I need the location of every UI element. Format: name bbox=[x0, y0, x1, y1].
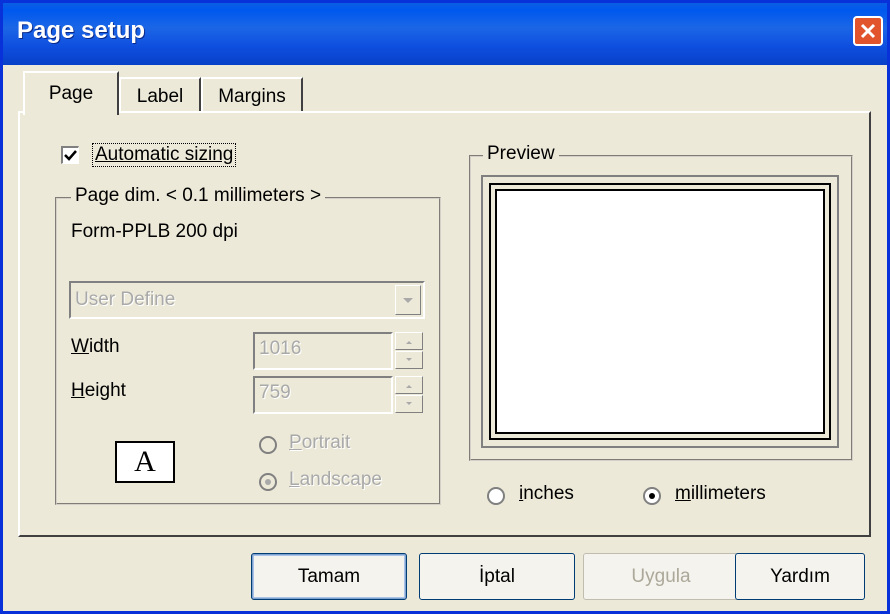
orientation-icon: A bbox=[115, 441, 175, 483]
page-setup-dialog: Page setup Page Label Margins Automatic … bbox=[0, 0, 890, 614]
width-spin-up bbox=[395, 332, 423, 350]
spin-up-icon bbox=[406, 341, 412, 344]
preview-page bbox=[495, 189, 825, 434]
apply-button: Uygula bbox=[583, 553, 739, 600]
spin-down-icon bbox=[406, 402, 412, 405]
height-spin-up bbox=[395, 376, 423, 394]
close-button[interactable] bbox=[853, 16, 883, 46]
inches-label[interactable]: inches bbox=[519, 483, 574, 505]
preview-border bbox=[489, 183, 831, 440]
inches-label-rest: nches bbox=[523, 483, 574, 504]
chevron-down-icon bbox=[403, 298, 413, 303]
window-title: Page setup bbox=[17, 17, 146, 44]
portrait-label: Portrait bbox=[289, 432, 351, 453]
dropdown-button bbox=[395, 285, 421, 315]
portrait-radio bbox=[259, 436, 277, 454]
millimeters-label-rest: illimeters bbox=[690, 483, 766, 504]
radio-selected-dot bbox=[265, 479, 271, 485]
title-bar[interactable]: Page setup bbox=[3, 3, 887, 65]
tab-margins-label: Margins bbox=[218, 86, 286, 107]
preview-frame bbox=[481, 175, 839, 448]
automatic-sizing-label[interactable]: Automatic sizing bbox=[91, 143, 237, 167]
preview-group-title: Preview bbox=[483, 143, 559, 165]
height-value: 759 bbox=[259, 382, 291, 403]
inches-radio[interactable] bbox=[487, 487, 505, 505]
radio-selected-dot bbox=[649, 493, 655, 499]
orientation-icon-letter: A bbox=[134, 445, 156, 478]
width-value: 1016 bbox=[259, 338, 302, 359]
checkmark-icon bbox=[64, 150, 77, 161]
help-button[interactable]: Yardım bbox=[735, 553, 865, 600]
height-label: Height bbox=[71, 380, 126, 401]
width-spin-down bbox=[395, 351, 423, 369]
width-input: 1016 bbox=[253, 332, 393, 370]
cancel-button[interactable]: İptal bbox=[419, 553, 575, 600]
help-button-label: Yardım bbox=[770, 565, 830, 587]
width-label: Width bbox=[71, 336, 120, 357]
page-dim-group-title: Page dim. < 0.1 millimeters > bbox=[71, 185, 326, 207]
width-label-rest: idth bbox=[88, 336, 120, 357]
close-icon bbox=[860, 23, 876, 39]
landscape-label: Landscape bbox=[289, 469, 382, 490]
height-label-rest: eight bbox=[84, 380, 126, 401]
millimeters-label[interactable]: millimeters bbox=[675, 483, 766, 505]
landscape-radio bbox=[259, 473, 277, 491]
page-size-value: User Define bbox=[75, 289, 176, 310]
printer-name: Form-PPLB 200 dpi bbox=[71, 221, 238, 242]
tab-label-label: Label bbox=[136, 86, 184, 107]
page-size-select: User Define bbox=[69, 281, 425, 319]
apply-button-label: Uygula bbox=[631, 565, 691, 587]
height-input: 759 bbox=[253, 376, 393, 414]
millimeters-radio[interactable] bbox=[643, 487, 661, 505]
tab-label[interactable]: Label bbox=[119, 77, 201, 115]
landscape-label-rest: andscape bbox=[299, 469, 382, 490]
ok-button[interactable]: Tamam bbox=[251, 553, 407, 600]
cancel-button-label: İptal bbox=[479, 565, 515, 587]
ok-button-label: Tamam bbox=[297, 565, 361, 587]
tab-page[interactable]: Page bbox=[23, 71, 119, 115]
portrait-label-rest: ortrait bbox=[301, 432, 351, 453]
tab-margins[interactable]: Margins bbox=[201, 77, 303, 115]
height-spin-down bbox=[395, 395, 423, 413]
spin-up-icon bbox=[406, 385, 412, 388]
spin-down-icon bbox=[406, 358, 412, 361]
tab-page-label: Page bbox=[48, 83, 94, 104]
automatic-sizing-checkbox[interactable] bbox=[61, 146, 79, 164]
